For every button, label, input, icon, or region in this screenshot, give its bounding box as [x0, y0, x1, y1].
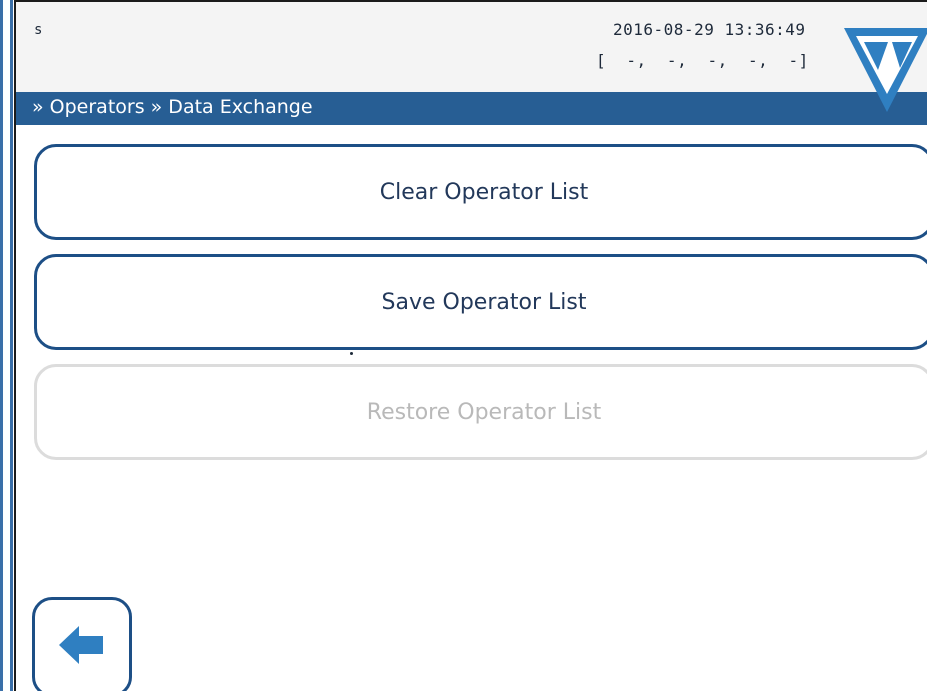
stray-dot [350, 352, 353, 355]
restore-operator-list-button: Restore Operator List [34, 364, 927, 460]
date-time: 2016-08-29 13:36:49 [613, 20, 806, 39]
save-operator-list-button[interactable]: Save Operator List [34, 254, 927, 350]
back-button[interactable] [32, 597, 132, 691]
status-bar: s 2016-08-29 13:36:49 [ -, -, -, -, -] [16, 2, 927, 92]
restore-operator-list-label: Restore Operator List [366, 399, 602, 425]
status-indicator: s [34, 22, 43, 38]
back-arrow-icon [59, 626, 103, 664]
device-screen: s 2016-08-29 13:36:49 [ -, -, -, -, -] »… [14, 0, 927, 691]
clear-operator-list-label: Clear Operator List [379, 179, 589, 205]
frame-edge [0, 0, 3, 691]
clear-operator-list-button[interactable]: Clear Operator List [34, 144, 927, 240]
brand-logo-icon[interactable] [842, 24, 927, 116]
save-operator-list-label: Save Operator List [381, 289, 587, 315]
device-frame [0, 0, 13, 691]
breadcrumb: » Operators » Data Exchange [32, 96, 313, 118]
status-readings: [ -, -, -, -, -] [596, 51, 809, 70]
frame-edge [10, 0, 13, 691]
breadcrumb-bar: » Operators » Data Exchange [16, 92, 927, 125]
